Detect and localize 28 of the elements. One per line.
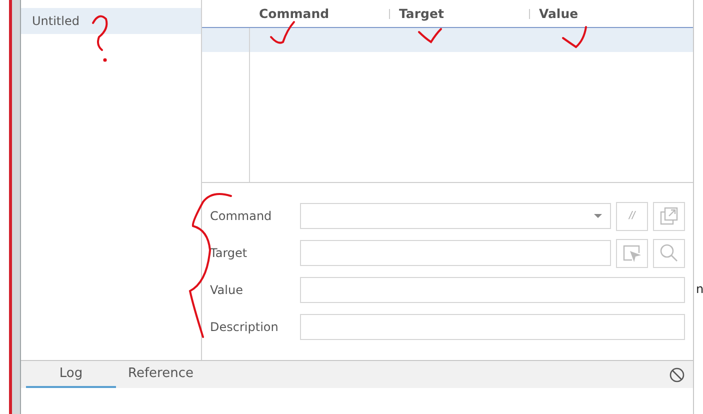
column-header: Value: [539, 6, 580, 21]
handwritten-check-mark: [562, 26, 587, 48]
select-target-button[interactable]: [616, 238, 648, 268]
cursor-box-icon: [622, 243, 642, 263]
field-label: Target: [210, 246, 248, 260]
handwritten-check-mark: [270, 21, 295, 44]
column-header: Command: [259, 6, 330, 21]
column-header: Target: [399, 6, 445, 21]
input-field[interactable]: [300, 277, 685, 303]
field-label: Value: [210, 283, 244, 297]
search-icon: [659, 243, 679, 263]
cut-off-text: n: [696, 282, 703, 296]
panel-tab[interactable]: Log: [26, 361, 116, 388]
handwritten-check-mark: [418, 28, 442, 43]
field-label: Description: [210, 320, 280, 334]
panel-tab[interactable]: Reference: [128, 361, 194, 388]
command-dropdown[interactable]: [300, 203, 611, 229]
input-field[interactable]: [300, 314, 685, 340]
search-button[interactable]: [653, 238, 685, 268]
caret-icon: [594, 214, 602, 218]
input-field[interactable]: [300, 240, 611, 266]
clear-icon[interactable]: [669, 366, 685, 382]
handwritten-question-mark: [92, 15, 108, 62]
field-label: Command: [210, 209, 273, 223]
open-window-button[interactable]: [653, 202, 685, 230]
test-case-item[interactable]: Untitled: [21, 8, 201, 34]
table-row[interactable]: [202, 28, 693, 52]
open-window-icon: [659, 206, 679, 226]
